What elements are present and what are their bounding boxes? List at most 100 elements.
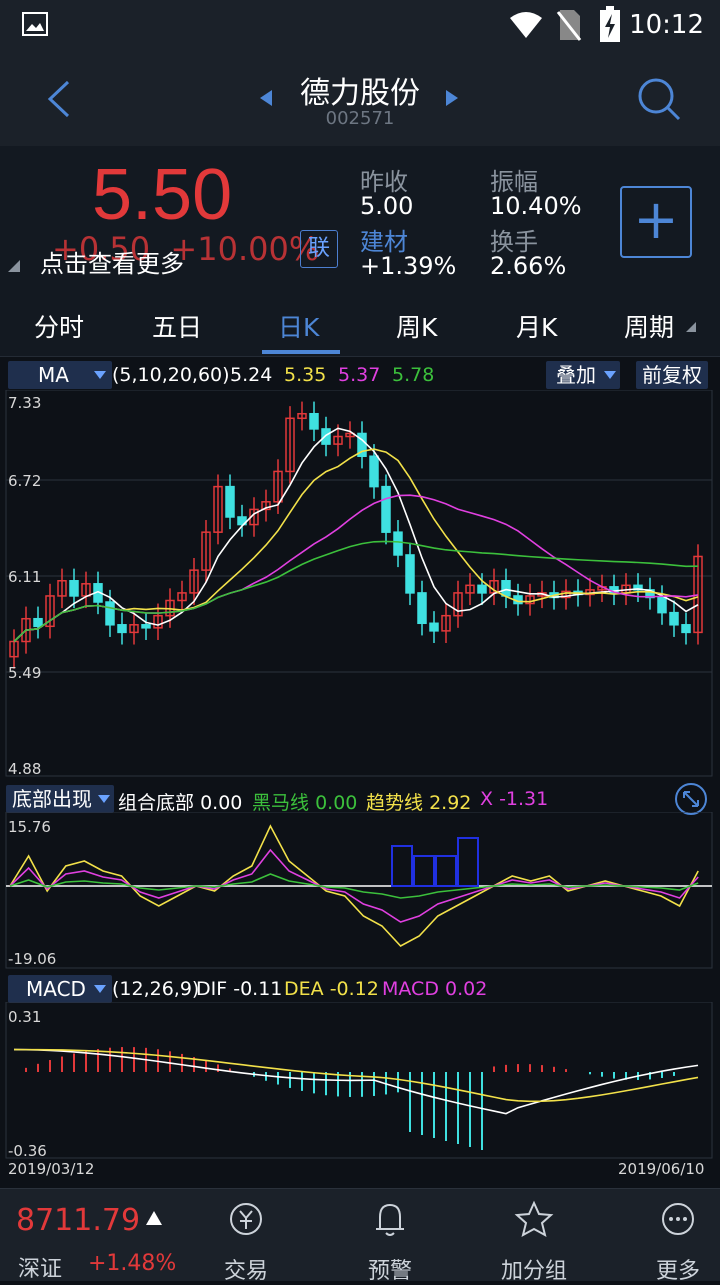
status-bar: 10:12 [0,0,720,52]
quote-panel[interactable]: 5.50 +0.50 +10.00% 点击查看更多 联 昨收 5.00 建材 +… [0,146,720,294]
clock: 10:12 [629,10,704,40]
bottom-indicator-select[interactable]: 底部出现 [6,785,114,813]
macd-value: MACD 0.02 [382,978,488,1000]
date-end: 2019/06/10 [618,1160,705,1178]
star-icon [514,1200,554,1237]
chart-frame [5,812,713,969]
amplitude-value: 10.40% [490,192,582,220]
ma20-value: 5.37 [338,364,381,386]
turnover-value: 2.66% [490,252,567,280]
candle-body [69,580,79,597]
candle-body [501,580,511,597]
no-sim-icon [556,10,582,41]
candle-body [381,485,391,533]
tab-period[interactable]: 周期 [624,308,674,344]
more-hint[interactable]: 点击查看更多 [40,244,184,279]
nav-alert[interactable]: 预警 [340,1199,440,1285]
black-horse-line: 黑马线 0.00 [252,792,358,814]
active-tab-indicator [262,350,340,354]
candle-body [309,412,319,430]
wifi-icon [510,12,542,38]
tab-five-day[interactable]: 五日 [152,308,202,344]
candle-body [417,592,427,625]
ma-line [13,540,699,643]
ma-indicator-select[interactable]: MA [8,361,112,389]
chevron-down-icon [604,371,616,379]
candle-body [393,531,403,556]
ma-line [13,494,699,643]
bottom-signal-bar [435,855,457,887]
candle-body [117,624,127,634]
macd-chart[interactable] [0,1002,720,1162]
macd-line [13,1048,699,1103]
macd-indicator-select[interactable]: MACD [8,975,112,1003]
more-icon [662,1203,694,1235]
candle-body [225,485,235,518]
current-price: 5.50 [92,155,233,235]
index-change: +1.48% [88,1251,177,1276]
candle-body [405,554,415,594]
price-axis-top: 7.33 [8,394,42,412]
sector-change: +1.39% [360,252,457,280]
chevron-down-icon [94,371,106,379]
prev-close-value: 5.00 [360,192,414,220]
combo-bottom: 组合底部 0.00 [118,792,243,814]
candle-body [369,455,379,488]
tab-weekly-k[interactable]: 周K [396,308,437,344]
x-line: X -1.31 [480,788,549,810]
nav-more[interactable]: 更多 [628,1199,720,1285]
bottom-signal-bar [391,845,413,887]
bottom-nav: 8711.79 深证 +1.48% 交易 预警 加分组 更多 [0,1188,720,1284]
expand-corner-icon [8,260,20,272]
candle-body [657,596,667,614]
search-icon[interactable] [636,76,682,122]
macd-line [13,1048,699,1115]
up-arrow-icon [146,1211,162,1225]
title-bar: 德力股份 002571 [0,52,720,147]
index-name: 深证 [18,1257,63,1282]
ma10-value: 5.35 [284,364,327,386]
candle-body [477,584,487,594]
bottom-signal-bar [413,855,435,887]
macd-params: (12,26,9) [112,978,200,1000]
overlay-select[interactable]: 叠加 [546,361,620,389]
battery-charging-icon [600,6,620,42]
kline-chart[interactable] [0,390,720,780]
nav-trade[interactable]: 交易 [196,1199,296,1285]
bottom-axis-top: 15.76 [8,818,51,836]
index-value[interactable]: 8711.79 [16,1203,140,1238]
candle-body [33,617,43,628]
next-stock-icon[interactable] [444,88,460,108]
price-axis-mid1: 6.72 [8,472,42,490]
candle-body [141,624,151,629]
ma-params: (5,10,20,60) [112,364,230,386]
candle-body [429,622,439,632]
bottom-indicator-chart[interactable] [0,812,720,972]
macd-axis-bottom: -0.36 [8,1142,47,1160]
price-axis-bottom: 4.88 [8,760,42,778]
stock-name: 德力股份 [300,76,420,111]
candle-body [669,611,679,626]
fullscreen-icon[interactable] [674,782,708,816]
tab-monthly-k[interactable]: 月K [516,308,557,344]
bottom-signal-bar [457,837,479,887]
tab-intraday[interactable]: 分时 [34,308,84,344]
price-axis-mid3: 5.49 [8,664,42,682]
dif-value: DIF -0.11 [196,978,283,1000]
trade-icon [230,1203,262,1235]
nav-add-group[interactable]: 加分组 [484,1199,584,1285]
tab-daily-k[interactable]: 日K [278,308,319,344]
candle-body [321,428,331,445]
adjust-button[interactable]: 前复权 [636,361,708,389]
image-icon [22,12,48,36]
chevron-down-icon [98,795,110,803]
chevron-down-icon [94,985,106,993]
ma60-value: 5.78 [392,364,435,386]
ma5-value: 5.24 [230,364,273,386]
candle-body [105,601,115,626]
add-watchlist-button[interactable]: + [620,186,692,258]
bottom-axis-bottom: -19.06 [8,950,57,968]
linked-button[interactable]: 联 [300,230,338,268]
stock-code: 002571 [325,108,395,129]
candle-body [681,624,691,634]
